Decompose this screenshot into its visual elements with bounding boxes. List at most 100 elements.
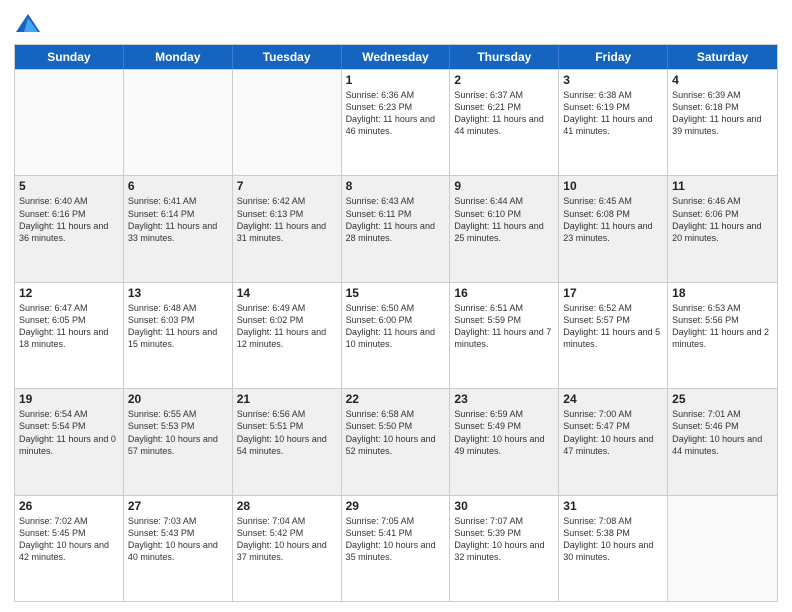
calendar-cell: 13 Sunrise: 6:48 AM Sunset: 6:03 PM Dayli…	[124, 283, 233, 388]
cell-info: Sunrise: 6:59 AM Sunset: 5:49 PM Dayligh…	[454, 408, 554, 457]
calendar-cell: 27 Sunrise: 7:03 AM Sunset: 5:43 PM Dayli…	[124, 496, 233, 601]
header-day-tuesday: Tuesday	[233, 45, 342, 69]
day-number: 2	[454, 73, 554, 87]
calendar-cell: 29 Sunrise: 7:05 AM Sunset: 5:41 PM Dayli…	[342, 496, 451, 601]
calendar-cell: 25Sunrise: 7:01 AM Sunset: 5:46 PM Dayli…	[668, 389, 777, 494]
cell-info: Sunrise: 6:38 AM Sunset: 6:19 PM Dayligh…	[563, 89, 663, 138]
logo	[14, 10, 46, 38]
calendar-cell: 1 Sunrise: 6:36 AM Sunset: 6:23 PM Daylig…	[342, 70, 451, 175]
calendar-body: 1 Sunrise: 6:36 AM Sunset: 6:23 PM Daylig…	[15, 69, 777, 601]
calendar-cell: 17 Sunrise: 6:52 AM Sunset: 5:57 PM Dayli…	[559, 283, 668, 388]
day-number: 27	[128, 499, 228, 513]
calendar-cell: 11Sunrise: 6:46 AM Sunset: 6:06 PM Dayli…	[668, 176, 777, 281]
cell-info: Sunrise: 7:03 AM Sunset: 5:43 PM Dayligh…	[128, 515, 228, 564]
day-number: 17	[563, 286, 663, 300]
calendar-header: SundayMondayTuesdayWednesdayThursdayFrid…	[15, 45, 777, 69]
calendar-cell: 3 Sunrise: 6:38 AM Sunset: 6:19 PM Daylig…	[559, 70, 668, 175]
day-number: 15	[346, 286, 446, 300]
cell-info: Sunrise: 6:52 AM Sunset: 5:57 PM Dayligh…	[563, 302, 663, 351]
calendar-cell: 14Sunrise: 6:49 AM Sunset: 6:02 PM Dayli…	[233, 283, 342, 388]
calendar-cell: 22 Sunrise: 6:58 AM Sunset: 5:50 PM Dayli…	[342, 389, 451, 494]
cell-info: Sunrise: 6:44 AM Sunset: 6:10 PM Dayligh…	[454, 195, 554, 244]
day-number: 28	[237, 499, 337, 513]
day-number: 31	[563, 499, 663, 513]
day-number: 29	[346, 499, 446, 513]
header-day-wednesday: Wednesday	[342, 45, 451, 69]
day-number: 9	[454, 179, 554, 193]
header-day-friday: Friday	[559, 45, 668, 69]
calendar-cell: 15 Sunrise: 6:50 AM Sunset: 6:00 PM Dayli…	[342, 283, 451, 388]
day-number: 14	[237, 286, 337, 300]
day-number: 6	[128, 179, 228, 193]
day-number: 19	[19, 392, 119, 406]
calendar-cell	[233, 70, 342, 175]
calendar-row-0: 1 Sunrise: 6:36 AM Sunset: 6:23 PM Daylig…	[15, 69, 777, 175]
calendar-cell: 24Sunrise: 7:00 AM Sunset: 5:47 PM Dayli…	[559, 389, 668, 494]
calendar-cell: 16 Sunrise: 6:51 AM Sunset: 5:59 PM Dayli…	[450, 283, 559, 388]
day-number: 16	[454, 286, 554, 300]
cell-info: Sunrise: 6:40 AM Sunset: 6:16 PM Dayligh…	[19, 195, 119, 244]
day-number: 7	[237, 179, 337, 193]
header	[14, 10, 778, 38]
calendar-row-1: 5 Sunrise: 6:40 AM Sunset: 6:16 PM Daylig…	[15, 175, 777, 281]
day-number: 10	[563, 179, 663, 193]
page: SundayMondayTuesdayWednesdayThursdayFrid…	[0, 0, 792, 612]
calendar-cell: 8Sunrise: 6:43 AM Sunset: 6:11 PM Daylig…	[342, 176, 451, 281]
header-day-monday: Monday	[124, 45, 233, 69]
cell-info: Sunrise: 7:02 AM Sunset: 5:45 PM Dayligh…	[19, 515, 119, 564]
calendar-cell: 5 Sunrise: 6:40 AM Sunset: 6:16 PM Daylig…	[15, 176, 124, 281]
cell-info: Sunrise: 7:07 AM Sunset: 5:39 PM Dayligh…	[454, 515, 554, 564]
calendar-cell	[15, 70, 124, 175]
calendar-cell	[668, 496, 777, 601]
day-number: 22	[346, 392, 446, 406]
cell-info: Sunrise: 6:56 AM Sunset: 5:51 PM Dayligh…	[237, 408, 337, 457]
day-number: 11	[672, 179, 773, 193]
day-number: 3	[563, 73, 663, 87]
day-number: 25	[672, 392, 773, 406]
calendar-cell: 23 Sunrise: 6:59 AM Sunset: 5:49 PM Dayli…	[450, 389, 559, 494]
cell-info: Sunrise: 6:37 AM Sunset: 6:21 PM Dayligh…	[454, 89, 554, 138]
cell-info: Sunrise: 6:47 AM Sunset: 6:05 PM Dayligh…	[19, 302, 119, 351]
cell-info: Sunrise: 6:48 AM Sunset: 6:03 PM Dayligh…	[128, 302, 228, 351]
cell-info: Sunrise: 7:05 AM Sunset: 5:41 PM Dayligh…	[346, 515, 446, 564]
day-number: 21	[237, 392, 337, 406]
day-number: 8	[346, 179, 446, 193]
calendar-cell: 12 Sunrise: 6:47 AM Sunset: 6:05 PM Dayli…	[15, 283, 124, 388]
calendar-cell: 30 Sunrise: 7:07 AM Sunset: 5:39 PM Dayli…	[450, 496, 559, 601]
cell-info: Sunrise: 7:04 AM Sunset: 5:42 PM Dayligh…	[237, 515, 337, 564]
header-day-saturday: Saturday	[668, 45, 777, 69]
cell-info: Sunrise: 6:36 AM Sunset: 6:23 PM Dayligh…	[346, 89, 446, 138]
day-number: 24	[563, 392, 663, 406]
calendar-cell: 9 Sunrise: 6:44 AM Sunset: 6:10 PM Daylig…	[450, 176, 559, 281]
day-number: 5	[19, 179, 119, 193]
cell-info: Sunrise: 6:50 AM Sunset: 6:00 PM Dayligh…	[346, 302, 446, 351]
cell-info: Sunrise: 6:45 AM Sunset: 6:08 PM Dayligh…	[563, 195, 663, 244]
calendar: SundayMondayTuesdayWednesdayThursdayFrid…	[14, 44, 778, 602]
calendar-row-3: 19 Sunrise: 6:54 AM Sunset: 5:54 PM Dayli…	[15, 388, 777, 494]
day-number: 13	[128, 286, 228, 300]
cell-info: Sunrise: 6:55 AM Sunset: 5:53 PM Dayligh…	[128, 408, 228, 457]
calendar-cell: 19 Sunrise: 6:54 AM Sunset: 5:54 PM Dayli…	[15, 389, 124, 494]
calendar-cell	[124, 70, 233, 175]
day-number: 23	[454, 392, 554, 406]
cell-info: Sunrise: 6:58 AM Sunset: 5:50 PM Dayligh…	[346, 408, 446, 457]
calendar-cell: 20 Sunrise: 6:55 AM Sunset: 5:53 PM Dayli…	[124, 389, 233, 494]
cell-info: Sunrise: 6:54 AM Sunset: 5:54 PM Dayligh…	[19, 408, 119, 457]
day-number: 30	[454, 499, 554, 513]
calendar-cell: 7 Sunrise: 6:42 AM Sunset: 6:13 PM Daylig…	[233, 176, 342, 281]
cell-info: Sunrise: 6:51 AM Sunset: 5:59 PM Dayligh…	[454, 302, 554, 351]
cell-info: Sunrise: 6:53 AM Sunset: 5:56 PM Dayligh…	[672, 302, 773, 351]
calendar-cell: 10 Sunrise: 6:45 AM Sunset: 6:08 PM Dayli…	[559, 176, 668, 281]
calendar-row-4: 26Sunrise: 7:02 AM Sunset: 5:45 PM Dayli…	[15, 495, 777, 601]
calendar-cell: 28 Sunrise: 7:04 AM Sunset: 5:42 PM Dayli…	[233, 496, 342, 601]
calendar-cell: 2 Sunrise: 6:37 AM Sunset: 6:21 PM Daylig…	[450, 70, 559, 175]
day-number: 1	[346, 73, 446, 87]
day-number: 12	[19, 286, 119, 300]
day-number: 18	[672, 286, 773, 300]
calendar-cell: 18 Sunrise: 6:53 AM Sunset: 5:56 PM Dayli…	[668, 283, 777, 388]
cell-info: Sunrise: 7:08 AM Sunset: 5:38 PM Dayligh…	[563, 515, 663, 564]
header-day-sunday: Sunday	[15, 45, 124, 69]
cell-info: Sunrise: 6:42 AM Sunset: 6:13 PM Dayligh…	[237, 195, 337, 244]
header-day-thursday: Thursday	[450, 45, 559, 69]
day-number: 20	[128, 392, 228, 406]
